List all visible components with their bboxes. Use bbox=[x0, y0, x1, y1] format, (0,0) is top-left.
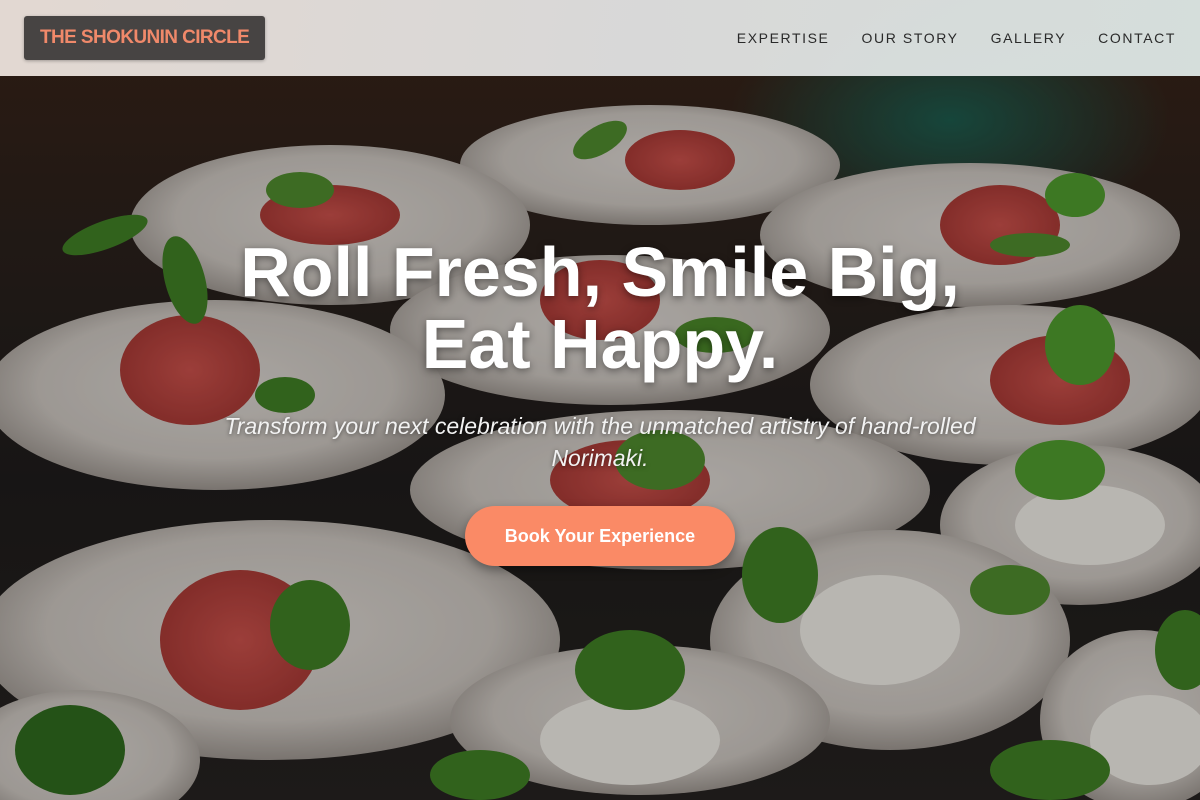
site-logo[interactable]: THE SHOKUNIN CIRCLE bbox=[24, 16, 266, 60]
site-header: THE SHOKUNIN CIRCLE EXPERTISE OUR STORY … bbox=[0, 0, 1200, 76]
hero-title-line-1: Roll Fresh, Smile Big, bbox=[240, 233, 960, 311]
nav-gallery[interactable]: GALLERY bbox=[991, 30, 1067, 46]
logo-text: THE SHOKUNIN CIRCLE bbox=[40, 27, 250, 48]
main-nav: EXPERTISE OUR STORY GALLERY CONTACT bbox=[737, 30, 1176, 46]
hero-subtitle: Transform your next celebration with the… bbox=[224, 413, 976, 471]
hero-title-line-2: Eat Happy. bbox=[421, 305, 779, 383]
hero-content: Roll Fresh, Smile Big, Eat Happy. Transf… bbox=[0, 236, 1200, 566]
nav-our-story[interactable]: OUR STORY bbox=[862, 30, 959, 46]
book-experience-button[interactable]: Book Your Experience bbox=[465, 506, 735, 566]
hero-title: Roll Fresh, Smile Big, Eat Happy. bbox=[0, 236, 1200, 380]
nav-expertise[interactable]: EXPERTISE bbox=[737, 30, 830, 46]
nav-contact[interactable]: CONTACT bbox=[1098, 30, 1176, 46]
